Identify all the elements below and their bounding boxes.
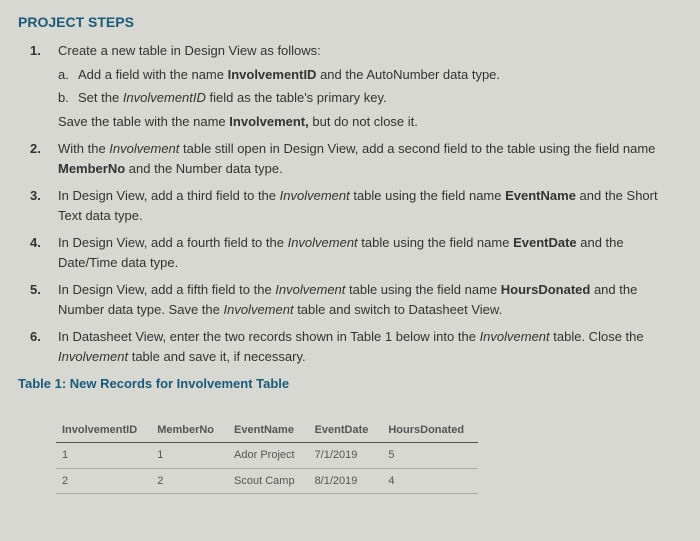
table-header-cell: MemberNo (151, 418, 228, 443)
steps-list: 1.Create a new table in Design View as f… (18, 41, 682, 366)
table-cell: 2 (56, 468, 151, 494)
substep-text: Add a field with the name InvolvementID … (78, 65, 500, 85)
step-text: In Design View, add a fifth field to the… (58, 280, 682, 319)
step-item: 5.In Design View, add a fifth field to t… (30, 280, 682, 319)
table-cell: Ador Project (228, 443, 309, 469)
substep-item: a.Add a field with the name InvolvementI… (58, 65, 682, 85)
table-body: 11Ador Project7/1/2019522Scout Camp8/1/2… (56, 443, 478, 494)
substeps-list: a.Add a field with the name InvolvementI… (58, 65, 682, 108)
step-text: With the Involvement table still open in… (58, 139, 682, 178)
step-number: 5. (30, 280, 58, 319)
step-body: With the Involvement table still open in… (58, 139, 682, 178)
step-number: 6. (30, 327, 58, 366)
step-body: In Design View, add a fourth field to th… (58, 233, 682, 272)
step-item: 6.In Datasheet View, enter the two recor… (30, 327, 682, 366)
table-cell: 5 (382, 443, 478, 469)
substep-number: b. (58, 88, 78, 108)
step-body: In Design View, add a third field to the… (58, 186, 682, 225)
step-number: 3. (30, 186, 58, 225)
table-cell: 8/1/2019 (309, 468, 383, 494)
table-caption: Table 1: New Records for Involvement Tab… (18, 374, 682, 394)
step-body: In Datasheet View, enter the two records… (58, 327, 682, 366)
step-text: In Design View, add a fourth field to th… (58, 233, 682, 272)
records-table: InvolvementIDMemberNoEventNameEventDateH… (56, 418, 478, 495)
step-item: 2.With the Involvement table still open … (30, 139, 682, 178)
step-item: 3.In Design View, add a third field to t… (30, 186, 682, 225)
section-heading: PROJECT STEPS (18, 12, 682, 33)
step-item: 1.Create a new table in Design View as f… (30, 41, 682, 131)
table-cell: 1 (151, 443, 228, 469)
step-text: In Design View, add a third field to the… (58, 186, 682, 225)
table-header-cell: InvolvementID (56, 418, 151, 443)
step-text: Create a new table in Design View as fol… (58, 41, 682, 61)
substep-number: a. (58, 65, 78, 85)
step-body: In Design View, add a fifth field to the… (58, 280, 682, 319)
table-cell: 4 (382, 468, 478, 494)
substep-item: b.Set the InvolvementID field as the tab… (58, 88, 682, 108)
table-cell: 2 (151, 468, 228, 494)
table-row: 11Ador Project7/1/20195 (56, 443, 478, 469)
step-after-text: Save the table with the name Involvement… (58, 112, 682, 132)
step-number: 2. (30, 139, 58, 178)
table-header-cell: EventName (228, 418, 309, 443)
table-header-row: InvolvementIDMemberNoEventNameEventDateH… (56, 418, 478, 443)
table-cell: Scout Camp (228, 468, 309, 494)
step-item: 4.In Design View, add a fourth field to … (30, 233, 682, 272)
table-header-cell: EventDate (309, 418, 383, 443)
table-row: 22Scout Camp8/1/20194 (56, 468, 478, 494)
step-body: Create a new table in Design View as fol… (58, 41, 682, 131)
table-cell: 7/1/2019 (309, 443, 383, 469)
table-header-cell: HoursDonated (382, 418, 478, 443)
step-number: 4. (30, 233, 58, 272)
step-number: 1. (30, 41, 58, 131)
step-text: In Datasheet View, enter the two records… (58, 327, 682, 366)
table-cell: 1 (56, 443, 151, 469)
substep-text: Set the InvolvementID field as the table… (78, 88, 387, 108)
